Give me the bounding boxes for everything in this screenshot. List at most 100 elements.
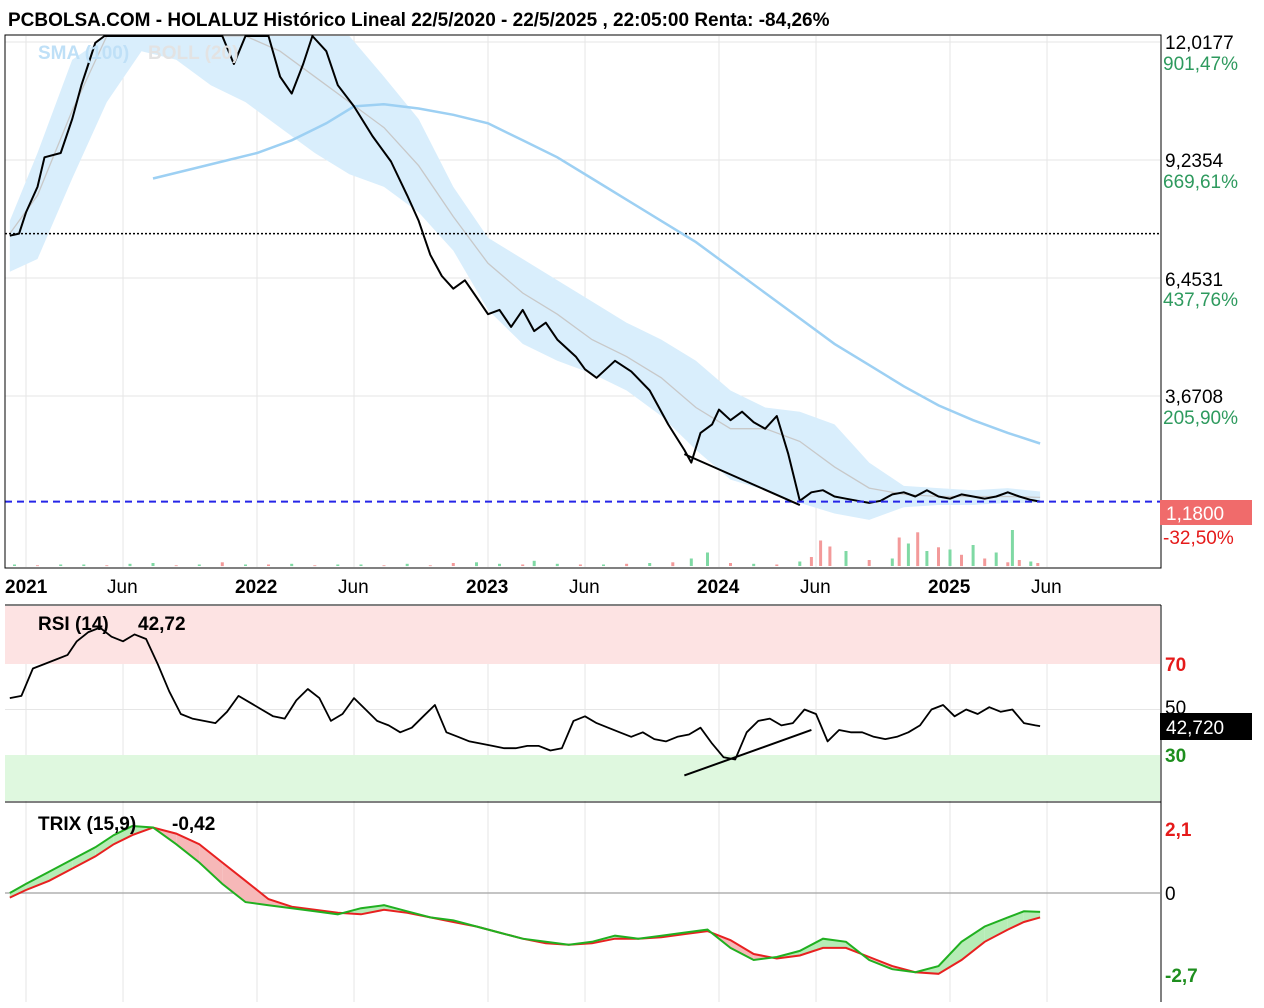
volume-bar: [1006, 562, 1010, 567]
volume-bar: [937, 547, 940, 567]
price-axis-label-3: 6,4531: [1165, 270, 1223, 291]
volume-bar: [220, 562, 224, 567]
volume-bar: [59, 564, 63, 566]
volume-bar: [809, 557, 813, 566]
volume-bar: [689, 558, 693, 566]
trix-signal-line: [9, 826, 1041, 975]
volume-bar: [1029, 561, 1033, 566]
volume-bar: [671, 562, 675, 567]
price-layer: [5, 35, 1160, 506]
volume-bar: [359, 564, 363, 566]
price-axis-label-2: 9,2354: [1165, 151, 1224, 172]
volume-bar: [819, 540, 823, 566]
boll-legend-label: BOLL (20): [148, 43, 238, 64]
volume-bar: [752, 563, 756, 567]
volume-bar: [971, 545, 975, 566]
volume-bar: [174, 565, 178, 567]
volume-bar: [1017, 560, 1021, 566]
trix-level-top: 2,1: [1165, 820, 1192, 841]
volume-bar: [82, 564, 86, 566]
x-axis-label: 2021: [5, 577, 48, 598]
price-axis-percent-3: 437,76%: [1163, 290, 1238, 311]
price-axis-percent-4: 205,90%: [1163, 408, 1238, 429]
volume-bar: [13, 564, 16, 566]
trix-fill: [961, 926, 985, 960]
volume-bar: [1036, 563, 1040, 566]
price-axis-label-4: 3,6708: [1165, 387, 1223, 408]
volume-layer: [13, 530, 1040, 567]
trix-line: [9, 824, 1041, 974]
chart-title: PCBOLSA.COM - HOLALUZ Histórico Lineal 2…: [8, 10, 830, 31]
volume-bar: [475, 562, 478, 567]
volume-bar: [1010, 530, 1014, 566]
volume-bar: [405, 563, 409, 567]
volume-bar: [648, 563, 652, 566]
x-axis-label: Jun: [107, 577, 138, 598]
volume-bar: [521, 564, 525, 566]
rsi-label: RSI (14): [38, 614, 109, 635]
volume-bar: [105, 565, 109, 567]
rsi-value-text: 42,72: [138, 614, 186, 635]
volume-bar: [844, 551, 848, 566]
volume-bar: [267, 564, 270, 566]
volume-bar: [555, 563, 559, 567]
volume-bar: [290, 563, 294, 567]
volume-bar: [867, 560, 871, 566]
x-axis-label: Jun: [338, 577, 369, 598]
rsi-current-value: 42,720: [1166, 718, 1224, 739]
price-axis-label-1: 12,0177: [1165, 33, 1234, 54]
x-axis-label: 2024: [697, 577, 740, 598]
volume-bar: [128, 563, 132, 567]
volume-bar: [578, 564, 582, 566]
volume-bar: [313, 565, 317, 567]
volume-bar: [36, 565, 39, 567]
volume-bar: [532, 560, 536, 567]
sma-line: [152, 102, 1041, 445]
trix-value-text: -0,42: [172, 814, 215, 835]
volume-bar: [382, 565, 386, 567]
x-axis-label: 2023: [466, 577, 508, 598]
rsi-oversold-zone: [5, 755, 1160, 801]
trix-level-zero: 0: [1165, 884, 1176, 905]
x-axis-label: Jun: [1031, 577, 1062, 598]
volume-bar: [925, 551, 929, 566]
volume-bar: [151, 563, 155, 566]
volume-bar: [244, 564, 247, 566]
trix-fill: [222, 862, 246, 903]
volume-bar: [197, 564, 201, 566]
grid-main: [5, 36, 1160, 1002]
x-axis-label: 2022: [235, 577, 277, 598]
current-price-value: 1,1800: [1166, 504, 1224, 525]
price-axis-percent-2: 669,61%: [1163, 172, 1238, 193]
x-axis-label: Jun: [800, 577, 831, 598]
trix-fill: [199, 844, 223, 884]
volume-bar: [428, 565, 432, 567]
rsi-level-30: 30: [1165, 746, 1186, 767]
volume-bar: [960, 554, 963, 567]
volume-bar: [775, 564, 779, 566]
sma-legend-label: SMA (100): [38, 43, 129, 64]
volume-bar: [498, 563, 501, 567]
rsi-level-70: 70: [1165, 655, 1186, 676]
volume-bar: [897, 537, 901, 566]
x-axis-label: Jun: [569, 577, 600, 598]
volume-bar: [890, 558, 894, 566]
x-axis-label: 2025: [928, 577, 971, 598]
stock-chart: PCBOLSA.COM - HOLALUZ Histórico Lineal 2…: [4, 10, 1252, 1002]
volume-bar: [994, 552, 998, 566]
volume-bar: [906, 543, 910, 566]
sma-layer: [152, 102, 1041, 445]
volume-bar: [336, 564, 340, 566]
volume-bar: [983, 558, 987, 566]
trix-level-bottom: -2,7: [1165, 966, 1198, 987]
trix-label: TRIX (15,9): [38, 814, 136, 835]
volume-bar: [706, 552, 709, 566]
volume-bar: [729, 563, 732, 566]
volume-bar: [948, 549, 952, 566]
volume-bar: [625, 563, 629, 567]
volume-bar: [602, 564, 605, 566]
current-price-percent: -32,50%: [1163, 528, 1234, 549]
trix-layer: [9, 824, 1041, 975]
volume-bar: [828, 546, 832, 566]
price-axis-percent-1: 901,47%: [1163, 54, 1238, 75]
